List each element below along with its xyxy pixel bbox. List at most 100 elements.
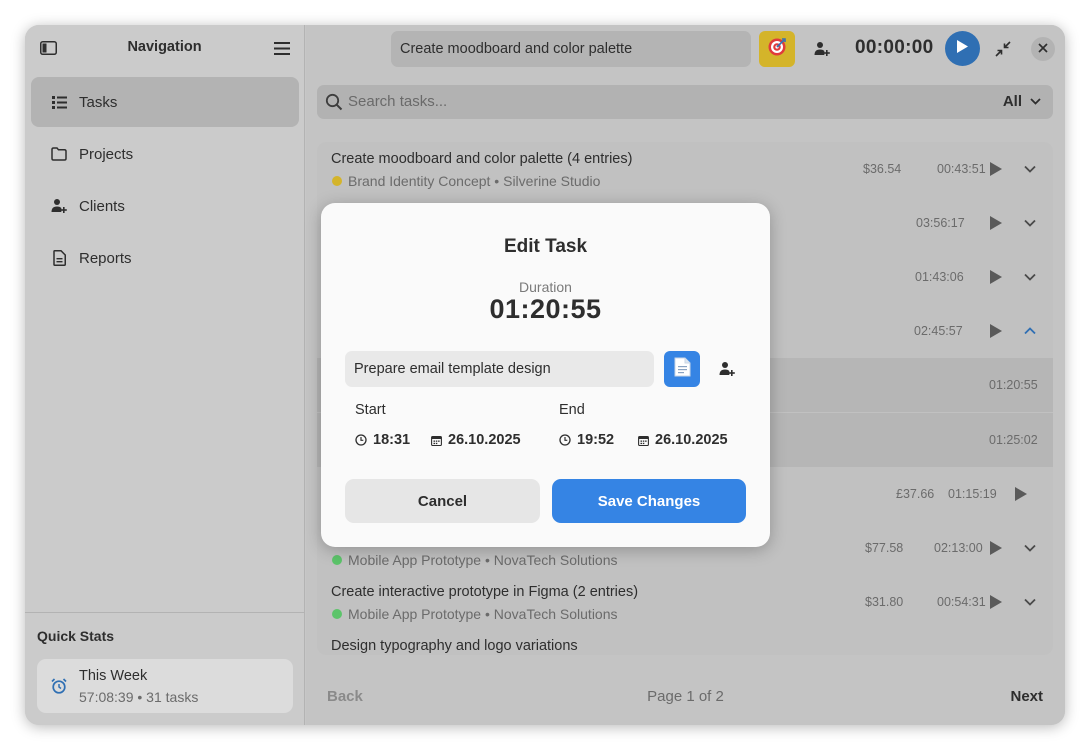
close-icon [1038, 40, 1048, 58]
task-duration: 00:54:31 [937, 595, 986, 609]
task-title: Design typography and logo variations [331, 638, 578, 654]
task-amount: $36.54 [863, 162, 902, 176]
end-date-field[interactable]: 26.10.2025 [638, 432, 728, 448]
start-time-value: 18:31 [373, 432, 411, 448]
chevron-down-icon [1030, 98, 1041, 105]
sidebar-item-reports[interactable]: Reports [31, 233, 299, 283]
end-date-value: 26.10.2025 [655, 432, 728, 448]
notes-button[interactable] [664, 351, 700, 387]
close-window-button[interactable] [1031, 37, 1055, 61]
task-meta: Mobile App Prototype • NovaTech Solution… [332, 606, 618, 622]
task-amount: $31.80 [865, 595, 904, 609]
play-icon[interactable] [989, 323, 1003, 339]
task-duration: 03:56:17 [916, 216, 965, 230]
start-date-value: 26.10.2025 [448, 432, 521, 448]
end-label: End [559, 402, 585, 418]
filter-dropdown[interactable]: All [1003, 93, 1041, 110]
chevron-down-icon[interactable] [1023, 162, 1037, 176]
play-icon[interactable] [989, 594, 1003, 610]
folder-icon [51, 146, 67, 162]
play-icon[interactable] [1014, 486, 1028, 502]
entry-duration: 01:25:02 [989, 433, 1038, 447]
hamburger-menu-icon[interactable] [273, 39, 291, 57]
chevron-down-icon[interactable] [1023, 541, 1037, 555]
client-icon [51, 198, 67, 214]
end-time-field[interactable]: 19:52 [559, 432, 614, 448]
entry-duration: 01:20:55 [989, 378, 1038, 392]
start-date-field[interactable]: 26.10.2025 [431, 432, 521, 448]
task-title: Create moodboard and color palette (4 en… [331, 151, 633, 167]
cancel-button[interactable]: Cancel [345, 479, 540, 523]
quick-stats-title: Quick Stats [37, 628, 115, 644]
task-amount: $77.58 [865, 541, 904, 555]
task-project-client: Brand Identity Concept • Silverine Studi… [348, 173, 601, 189]
project-color-dot [332, 609, 342, 619]
start-time-field[interactable]: 18:31 [355, 432, 410, 448]
sidebar-item-clients[interactable]: Clients [31, 181, 299, 231]
task-meta: Brand Identity Concept • Silverine Studi… [332, 173, 600, 189]
dialog-title: Edit Task [503, 236, 588, 257]
current-task-input[interactable]: Create moodboard and color palette [391, 31, 751, 67]
start-label: Start [355, 402, 386, 418]
start-timer-button[interactable] [945, 31, 980, 66]
assign-client-icon[interactable] [719, 361, 735, 382]
quick-stats-card: This Week 57:08:39 • 31 tasks [37, 659, 293, 713]
edit-task-dialog: Edit Task Duration 01:20:55 Prepare emai… [321, 203, 770, 547]
project-color-dot [332, 555, 342, 565]
project-color-dot [332, 176, 342, 186]
quick-stats-divider [25, 612, 304, 613]
play-icon[interactable] [989, 161, 1003, 177]
task-project-client: Mobile App Prototype • NovaTech Solution… [348, 606, 618, 622]
chevron-up-icon[interactable] [1023, 324, 1037, 338]
alarm-clock-icon [51, 678, 67, 699]
play-icon[interactable] [989, 540, 1003, 556]
chevron-down-icon[interactable] [1023, 270, 1037, 284]
sidebar-nav: Tasks Projects Clients Reports [31, 77, 299, 285]
task-title: Create interactive prototype in Figma (2… [331, 584, 639, 600]
clock-icon [355, 434, 367, 446]
sidebar-item-tasks[interactable]: Tasks [31, 77, 299, 127]
task-meta: Mobile App Prototype • NovaTech Solution… [332, 552, 618, 568]
calendar-icon [638, 435, 649, 446]
quick-stats-label: This Week [79, 668, 148, 684]
assign-client-icon[interactable] [812, 39, 832, 59]
play-icon [956, 39, 969, 59]
document-icon [674, 357, 691, 382]
clock-icon [559, 434, 571, 446]
chevron-down-icon[interactable] [1023, 216, 1037, 230]
search-icon [325, 93, 343, 116]
duration-label: Duration [519, 279, 572, 295]
sidebar-item-projects[interactable]: Projects [31, 129, 299, 179]
list-icon [51, 94, 67, 110]
search-input[interactable]: Search tasks... [348, 93, 447, 110]
sidebar-title: Navigation [127, 39, 202, 55]
task-row[interactable]: Design typography and logo variations [317, 629, 1053, 655]
task-duration: 02:13:00 [934, 541, 983, 555]
calendar-icon [431, 435, 442, 446]
target-button[interactable] [759, 31, 795, 67]
search-bar[interactable]: Search tasks... All [317, 85, 1053, 119]
duration-value: 01:20:55 [489, 294, 602, 324]
play-icon[interactable] [989, 215, 1003, 231]
task-amount: £37.66 [896, 487, 935, 501]
task-project-client: Mobile App Prototype • NovaTech Solution… [348, 552, 618, 568]
report-icon [51, 250, 67, 266]
chevron-down-icon[interactable] [1023, 595, 1037, 609]
filter-value: All [1002, 93, 1022, 110]
task-duration: 00:43:51 [937, 162, 986, 176]
play-icon[interactable] [989, 269, 1003, 285]
next-button[interactable]: Next [1010, 688, 1043, 705]
task-row[interactable]: Create moodboard and color palette (4 en… [317, 142, 1053, 196]
save-changes-button[interactable]: Save Changes [552, 479, 746, 523]
sidebar: Navigation Tasks Projects Clients Report… [25, 25, 305, 725]
task-name-input[interactable]: Prepare email template design [345, 351, 654, 387]
quick-stats-summary: 57:08:39 • 31 tasks [79, 689, 199, 705]
end-time-value: 19:52 [577, 432, 615, 448]
task-row[interactable]: Create interactive prototype in Figma (2… [317, 575, 1053, 629]
sidebar-item-label: Projects [79, 145, 134, 163]
task-duration: 01:15:19 [948, 487, 997, 501]
sidebar-item-label: Reports [79, 249, 132, 267]
target-icon [767, 37, 787, 62]
page-indicator: Page 1 of 2 [647, 688, 724, 705]
compact-mode-icon[interactable] [993, 39, 1013, 59]
